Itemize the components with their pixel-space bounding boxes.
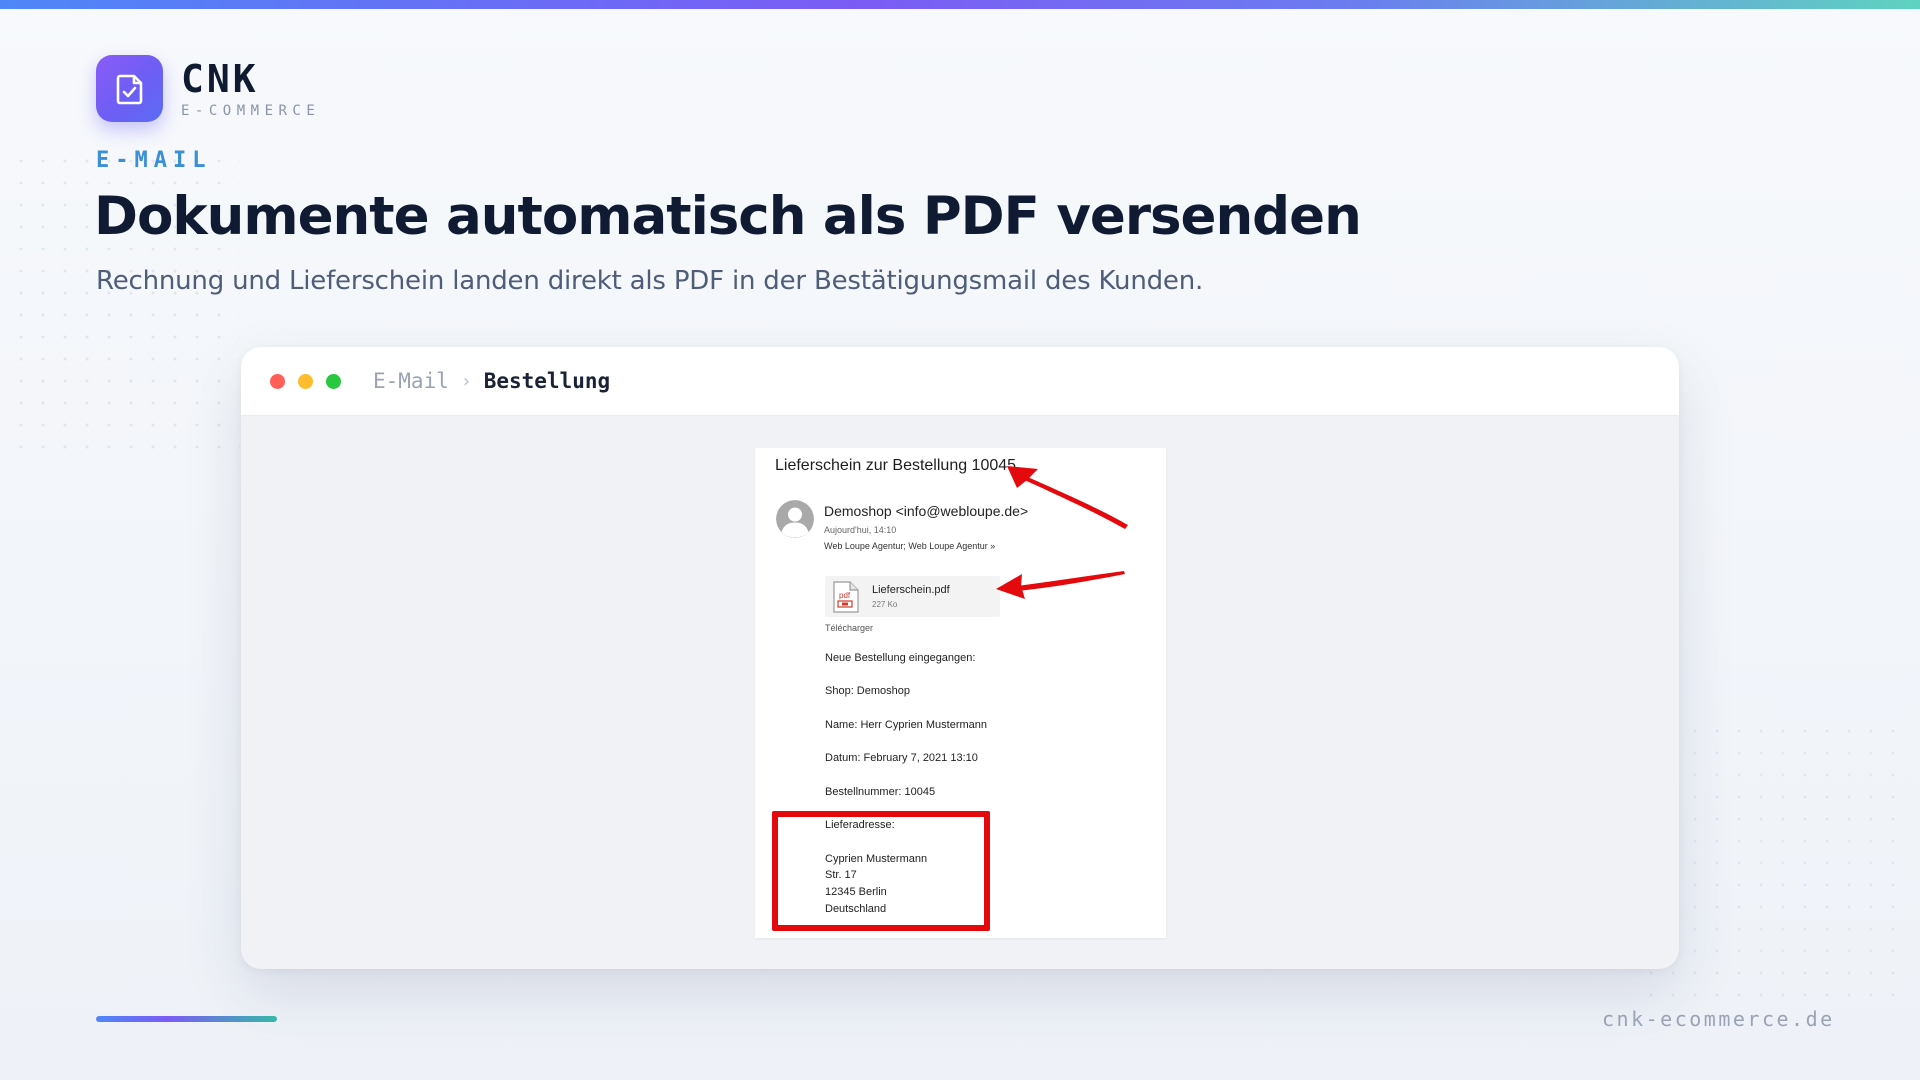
brand-lockup: CNK E-COMMERCE [96, 55, 320, 122]
email-screenshot: Lieferschein zur Bestellung 10045 Demosh… [755, 448, 1166, 938]
user-avatar-icon [776, 500, 814, 538]
svg-text:pdf: pdf [839, 591, 851, 600]
window-close-button[interactable] [270, 373, 285, 389]
email-body-name: Name: Herr Cyprien Mustermann [825, 719, 987, 731]
chevron-right-icon: › [460, 370, 472, 392]
window-minimize-button[interactable] [298, 373, 313, 389]
document-check-icon [116, 74, 142, 104]
email-date: Aujourd'hui, 14:10 [824, 525, 897, 535]
email-body-intro: Neue Bestellung eingegangen: [825, 652, 976, 664]
brand-name: CNK [181, 56, 259, 101]
breadcrumb: E-Mail › Bestellung [373, 369, 610, 393]
bottom-accent-bar [96, 1016, 277, 1022]
arrow-to-attachment-icon [996, 571, 1125, 599]
brand-logo [96, 55, 163, 122]
window-titlebar: E-Mail › Bestellung [241, 347, 1679, 416]
breadcrumb-item-current: Bestellung [483, 369, 611, 393]
email-recipients[interactable]: Web Loupe Agentur; Web Loupe Agentur » [824, 541, 995, 551]
footer-url[interactable]: cnk-ecommerce.de [1602, 1007, 1835, 1031]
email-subject: Lieferschein zur Bestellung 10045 [775, 457, 1017, 474]
top-gradient-bar [0, 0, 1920, 9]
mock-window: E-Mail › Bestellung Lieferschein zur Bes… [241, 347, 1679, 969]
pdf-file-icon: pdf [833, 581, 859, 613]
page-title: Dokumente automatisch als PDF versenden [94, 186, 1362, 247]
attachment-name: Lieferschein.pdf [872, 584, 950, 596]
brand-subtitle: E-COMMERCE [181, 102, 321, 119]
decorative-dot-grid-right [1640, 720, 1900, 1000]
breadcrumb-item-email[interactable]: E-Mail [373, 369, 449, 393]
section-eyebrow: E-MAIL [96, 148, 212, 173]
arrow-to-subject-icon [1007, 466, 1128, 529]
address-highlight-box [772, 811, 990, 931]
sender-avatar [776, 500, 814, 538]
email-body-shop: Shop: Demoshop [825, 685, 910, 697]
email-body-order-number: Bestellnummer: 10045 [825, 786, 936, 798]
attachment-tile[interactable]: pdf Lieferschein.pdf 227 Ko [825, 576, 1000, 617]
window-maximize-button[interactable] [326, 373, 341, 389]
email-sender: Demoshop <info@webloupe.de> [824, 503, 1029, 519]
attachment-size: 227 Ko [872, 600, 898, 609]
page-subtitle: Rechnung und Lieferschein landen direkt … [96, 266, 1204, 296]
brand-text: CNK E-COMMERCE [181, 59, 320, 119]
download-link[interactable]: Télécharger [825, 623, 873, 633]
email-body-date: Datum: February 7, 2021 13:10 [825, 752, 978, 764]
